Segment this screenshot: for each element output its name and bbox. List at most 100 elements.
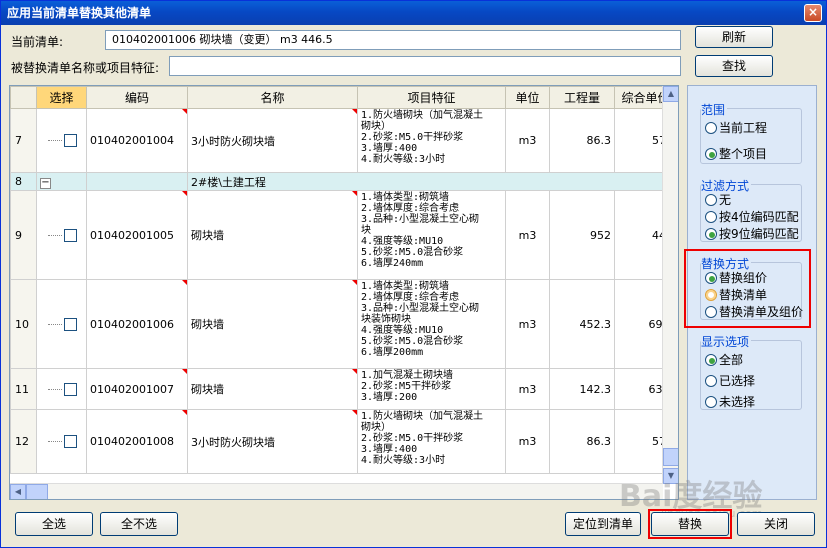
vertical-scrollbar[interactable]: ▲ ▼: [662, 86, 678, 484]
scope-title: 范围: [701, 101, 728, 118]
row-checkbox[interactable]: [64, 228, 77, 242]
header-unit[interactable]: 单位: [505, 86, 550, 109]
horizontal-scrollbar[interactable]: ◀: [10, 483, 663, 499]
code-cell: 010402001007: [86, 368, 188, 410]
display-option-selected[interactable]: 已选择: [705, 372, 755, 389]
name-cell: 3小时防火砌块墙: [187, 409, 358, 474]
radio-selected-icon: [705, 228, 717, 240]
row-checkbox[interactable]: [64, 435, 77, 449]
current-list-field[interactable]: 010402001006 砌块墙（变更） m3 446.5: [105, 30, 681, 50]
table-row[interactable]: 9 010402001005 砌块墙 1.墙体类型:砌筑墙 2.墙体厚度:综合考…: [10, 190, 663, 280]
features-cell: 1.加气混凝土砌块墙 2.砂浆:M5干拌砂浆 3.墙厚:200: [357, 368, 506, 410]
current-list-label: 当前清单:: [11, 35, 64, 49]
unit-cell: m3: [505, 409, 550, 474]
code-cell: 010402001006: [86, 279, 188, 369]
table-row[interactable]: 10 010402001006 砌块墙 1.墙体类型:砌筑墙 2.墙体厚度:综合…: [10, 279, 663, 369]
display-option-unselected[interactable]: 未选择: [705, 393, 755, 410]
group-row[interactable]: 8 − 2#楼\土建工程: [10, 172, 663, 191]
row-checkbox[interactable]: [64, 134, 77, 148]
close-icon[interactable]: ×: [804, 4, 822, 22]
refresh-button[interactable]: 刷新: [695, 26, 773, 48]
deselect-all-button[interactable]: 全不选: [100, 512, 178, 536]
select-cell: −: [36, 172, 87, 191]
features-cell: 1.防火墙砌块（加气混凝土 砌块） 2.砂浆:M5.0干拌砂浆 3.墙厚:400…: [357, 108, 506, 173]
display-group: 显示选项 全部 已选择 未选择: [700, 333, 802, 410]
quantity-cell: 86.3: [549, 108, 615, 173]
row-number: 8: [10, 172, 37, 191]
row-number: 9: [10, 190, 37, 280]
horizontal-scroll-thumb[interactable]: [26, 484, 48, 499]
unit-cell: m3: [505, 190, 550, 280]
header-quantity[interactable]: 工程量: [549, 86, 615, 109]
header-select[interactable]: 选择: [36, 86, 87, 109]
list-grid: 选择 编码 名称 项目特征 单位 工程量 综合单价 7 010402001004: [9, 85, 679, 500]
price-cell: 446: [614, 190, 663, 280]
radio-selected-icon: [705, 148, 717, 160]
scope-option-current[interactable]: 当前工程: [705, 119, 767, 136]
replaced-list-input[interactable]: [169, 56, 681, 76]
price-cell: 570: [614, 409, 663, 474]
select-cell: [36, 368, 87, 410]
quantity-cell: 86.3: [549, 409, 615, 474]
locate-list-button[interactable]: 定位到清单: [565, 512, 641, 536]
filter-option-4digit[interactable]: 按4位编码匹配: [705, 208, 799, 225]
price-cell: 634.: [614, 368, 663, 410]
row-number: 7: [10, 108, 37, 173]
group-name-cell: 2#楼\土建工程: [187, 172, 663, 191]
scope-group: 范围 当前工程 整个项目: [700, 101, 802, 164]
radio-selected-icon: [705, 354, 717, 366]
table-header-row: 选择 编码 名称 项目特征 单位 工程量 综合单价: [10, 86, 663, 109]
scroll-up-icon[interactable]: ▲: [663, 86, 678, 102]
radio-icon: [705, 122, 717, 134]
select-cell: [36, 190, 87, 280]
radio-icon: [705, 211, 717, 223]
filter-option-9digit[interactable]: 按9位编码匹配: [705, 225, 799, 242]
row-checkbox[interactable]: [64, 317, 77, 331]
scope-option-project[interactable]: 整个项目: [705, 145, 767, 162]
code-cell: 010402001005: [86, 190, 188, 280]
row-number: 12: [10, 409, 37, 474]
close-button[interactable]: 关闭: [737, 512, 815, 536]
list-table: 选择 编码 名称 项目特征 单位 工程量 综合单价 7 010402001004: [10, 86, 663, 474]
features-cell: 1.防火墙砌块（加气混凝土 砌块） 2.砂浆:M5.0干拌砂浆 3.墙厚:400…: [357, 409, 506, 474]
code-cell: [86, 172, 188, 191]
header-rownum: [10, 86, 37, 109]
quantity-cell: 142.3: [549, 368, 615, 410]
select-all-button[interactable]: 全选: [15, 512, 93, 536]
header-features[interactable]: 项目特征: [357, 86, 506, 109]
code-cell: 010402001008: [86, 409, 188, 474]
price-cell: 570: [614, 108, 663, 173]
radio-icon: [705, 396, 717, 408]
quantity-cell: 452.3: [549, 279, 615, 369]
features-cell: 1.墙体类型:砌筑墙 2.墙体厚度:综合考虑 3.品种:小型混凝土空心砌 块 4…: [357, 190, 506, 280]
scroll-left-icon[interactable]: ◀: [10, 484, 26, 499]
find-button[interactable]: 查找: [695, 55, 773, 77]
select-cell: [36, 409, 87, 474]
unit-cell: m3: [505, 368, 550, 410]
header-price[interactable]: 综合单价: [614, 86, 663, 109]
scroll-thumb[interactable]: [663, 448, 678, 466]
select-cell: [36, 279, 87, 369]
highlight-box-replace-mode: [684, 249, 811, 328]
table-row[interactable]: 12 010402001008 3小时防火砌块墙 1.防火墙砌块（加气混凝土 砌…: [10, 409, 663, 474]
collapse-icon[interactable]: −: [40, 177, 51, 189]
highlight-box-replace-button: [648, 509, 732, 539]
grid-viewport: 选择 编码 名称 项目特征 单位 工程量 综合单价 7 010402001004: [10, 86, 663, 484]
table-row[interactable]: 11 010402001007 砌块墙 1.加气混凝土砌块墙 2.砂浆:M5干拌…: [10, 368, 663, 410]
header-code[interactable]: 编码: [86, 86, 188, 109]
table-row[interactable]: 7 010402001004 3小时防火砌块墙 1.防火墙砌块（加气混凝土 砌块…: [10, 108, 663, 173]
title-bar[interactable]: 应用当前清单替换其他清单 ×: [1, 1, 826, 25]
display-title: 显示选项: [701, 333, 752, 350]
row-number: 11: [10, 368, 37, 410]
name-cell: 砌块墙: [187, 190, 358, 280]
display-option-all[interactable]: 全部: [705, 351, 743, 368]
replaced-list-label: 被替换清单名称或项目特征:: [11, 61, 160, 75]
window-title: 应用当前清单替换其他清单: [7, 6, 152, 20]
filter-option-none[interactable]: 无: [705, 191, 731, 208]
header-name[interactable]: 名称: [187, 86, 358, 109]
radio-icon: [705, 194, 717, 206]
unit-cell: m3: [505, 279, 550, 369]
radio-icon: [705, 375, 717, 387]
name-cell: 砌块墙: [187, 279, 358, 369]
row-checkbox[interactable]: [64, 382, 77, 396]
